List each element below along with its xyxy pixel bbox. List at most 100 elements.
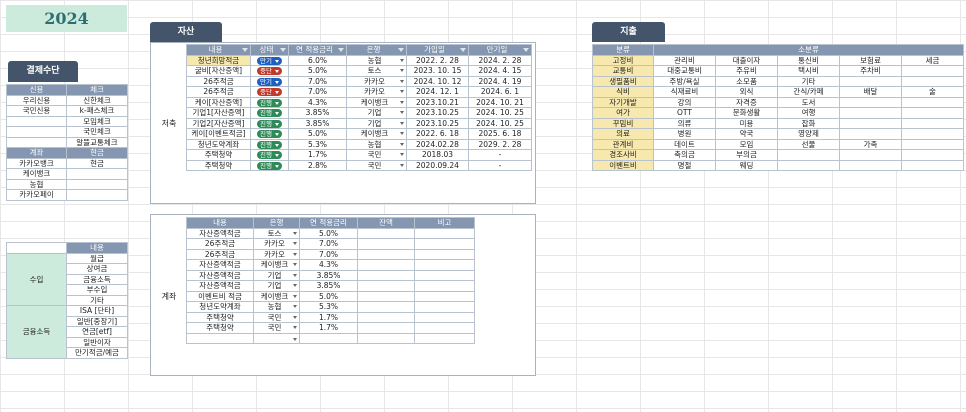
status-cell[interactable]: 진행 xyxy=(250,149,289,161)
expense-subcategory[interactable] xyxy=(901,107,964,119)
rate-cell[interactable]: 6.0% xyxy=(288,54,347,66)
savings-name[interactable]: 주택청약 xyxy=(186,159,251,171)
end-date[interactable]: 2024. 6. 1 xyxy=(468,86,532,98)
expense-subcategory[interactable] xyxy=(901,75,964,87)
account-name[interactable]: 자산증액적금 xyxy=(186,259,254,271)
expense-subcategory[interactable] xyxy=(901,65,964,77)
expense-subcategory[interactable]: 관리비 xyxy=(653,54,716,66)
payment-cell[interactable]: 알뜰교통체크 xyxy=(66,136,128,148)
rate-cell[interactable]: 7.0% xyxy=(288,86,347,98)
payment-cell[interactable] xyxy=(66,168,128,180)
rate-cell[interactable]: 3.85% xyxy=(288,107,347,119)
note-cell[interactable] xyxy=(414,311,475,323)
chevron-down-icon[interactable] xyxy=(400,163,404,167)
savings-name[interactable]: 청년희망적금 xyxy=(186,54,251,66)
payment-cell[interactable]: 현금 xyxy=(66,157,128,169)
chevron-down-icon[interactable] xyxy=(400,79,404,83)
column-header[interactable]: 연 적용금리 xyxy=(288,44,347,56)
status-cell[interactable]: 진행 xyxy=(250,128,289,140)
bank-cell[interactable]: 기업 xyxy=(346,117,407,129)
expense-category[interactable]: 의료 xyxy=(592,128,654,140)
note-cell[interactable] xyxy=(414,280,475,292)
filter-dropdown-icon[interactable] xyxy=(398,48,404,53)
chevron-down-icon[interactable] xyxy=(293,273,297,277)
rate-cell[interactable]: 3.85% xyxy=(299,280,358,292)
expense-subcategory[interactable]: 대출이자 xyxy=(715,54,778,66)
payment-cell[interactable]: 신한체크 xyxy=(66,94,128,106)
filter-dropdown-icon[interactable] xyxy=(460,48,466,53)
account-name[interactable]: 주택청약 xyxy=(186,311,254,323)
income-item[interactable]: 일반이자 xyxy=(66,336,128,348)
expense-category[interactable]: 교통비 xyxy=(592,65,654,77)
savings-name[interactable]: 굴비[자산증액] xyxy=(186,65,251,77)
start-date[interactable]: 2024. 12. 1 xyxy=(406,86,469,98)
account-name[interactable]: 자산증액적금 xyxy=(186,227,254,239)
expense-subcategory[interactable]: 약국 xyxy=(715,128,778,140)
expense-subcategory[interactable]: 명절 xyxy=(653,159,716,171)
bank-cell[interactable]: 농협 xyxy=(346,138,407,150)
rate-cell[interactable] xyxy=(299,332,358,344)
expense-subcategory[interactable] xyxy=(839,159,902,171)
account-name[interactable]: 자산증액적금 xyxy=(186,280,254,292)
status-badge[interactable]: 만기 xyxy=(257,77,282,86)
expense-subcategory[interactable]: 웨딩 xyxy=(715,159,778,171)
bank-cell[interactable]: 농협 xyxy=(346,54,407,66)
expense-category[interactable]: 고정비 xyxy=(592,54,654,66)
savings-name[interactable]: 26주적금 xyxy=(186,86,251,98)
note-cell[interactable] xyxy=(414,238,475,250)
expense-subcategory[interactable]: 배달 xyxy=(839,86,902,98)
balance-cell[interactable] xyxy=(357,269,415,281)
expense-subcategory[interactable] xyxy=(901,117,964,129)
filter-dropdown-icon[interactable] xyxy=(242,48,248,53)
filter-dropdown-icon[interactable] xyxy=(338,48,344,53)
rate-cell[interactable]: 5.0% xyxy=(288,65,347,77)
rate-cell[interactable]: 1.7% xyxy=(288,149,347,161)
account-name[interactable] xyxy=(186,332,254,344)
expense-category[interactable]: 생필품비 xyxy=(592,75,654,87)
expense-subcategory[interactable] xyxy=(901,149,964,161)
expense-subcategory[interactable]: 택시비 xyxy=(777,65,840,77)
account-name[interactable]: 자산증액적금 xyxy=(186,269,254,281)
account-name[interactable]: 26주적금 xyxy=(186,248,254,260)
expense-subcategory[interactable]: 주유비 xyxy=(715,65,778,77)
chevron-down-icon[interactable] xyxy=(400,121,404,125)
income-item[interactable]: 일반[중장기] xyxy=(66,315,128,327)
expense-subcategory[interactable] xyxy=(777,159,840,171)
income-item[interactable]: 월급 xyxy=(66,252,128,264)
end-date[interactable]: 2024. 2. 28 xyxy=(468,54,532,66)
bank-cell[interactable]: 국민 xyxy=(346,149,407,161)
expense-subcategory[interactable]: 영양제 xyxy=(777,128,840,140)
rate-cell[interactable]: 7.0% xyxy=(299,238,358,250)
balance-cell[interactable] xyxy=(357,280,415,292)
chevron-down-icon[interactable] xyxy=(293,263,297,267)
start-date[interactable]: 2023.10.21 xyxy=(406,96,469,108)
balance-cell[interactable] xyxy=(357,311,415,323)
expense-subcategory[interactable]: 잡화 xyxy=(777,117,840,129)
income-item[interactable]: 부수입 xyxy=(66,284,128,296)
column-header[interactable]: 은행 xyxy=(346,44,407,56)
income-item[interactable]: ISA [단타] xyxy=(66,305,128,317)
account-name[interactable]: 주택청약 xyxy=(186,322,254,334)
rate-cell[interactable]: 3.85% xyxy=(288,117,347,129)
expense-subcategory[interactable]: 간식/카페 xyxy=(777,86,840,98)
expense-subcategory[interactable]: 가족 xyxy=(839,138,902,150)
note-cell[interactable] xyxy=(414,322,475,334)
bank-cell[interactable]: 토스 xyxy=(346,65,407,77)
status-cell[interactable]: 진행 xyxy=(250,138,289,150)
expense-subcategory[interactable]: 축의금 xyxy=(653,149,716,161)
expense-subcategory[interactable]: 모임 xyxy=(715,138,778,150)
account-name[interactable]: 26주적금 xyxy=(186,238,254,250)
account-name[interactable]: 청년도약계좌 xyxy=(186,301,254,313)
bank-cell[interactable]: 국민 xyxy=(253,322,300,334)
expense-subcategory[interactable]: 의류 xyxy=(653,117,716,129)
chevron-down-icon[interactable] xyxy=(293,242,297,246)
expense-subcategory[interactable]: 선물 xyxy=(777,138,840,150)
chevron-down-icon[interactable] xyxy=(293,326,297,330)
expense-subcategory[interactable]: 여행 xyxy=(777,107,840,119)
rate-cell[interactable]: 4.3% xyxy=(288,96,347,108)
chevron-down-icon[interactable] xyxy=(400,100,404,104)
bank-cell[interactable]: 기업 xyxy=(253,269,300,281)
expense-subcategory[interactable]: 외식 xyxy=(715,86,778,98)
rate-cell[interactable]: 1.7% xyxy=(299,311,358,323)
expense-category[interactable]: 이벤트비 xyxy=(592,159,654,171)
